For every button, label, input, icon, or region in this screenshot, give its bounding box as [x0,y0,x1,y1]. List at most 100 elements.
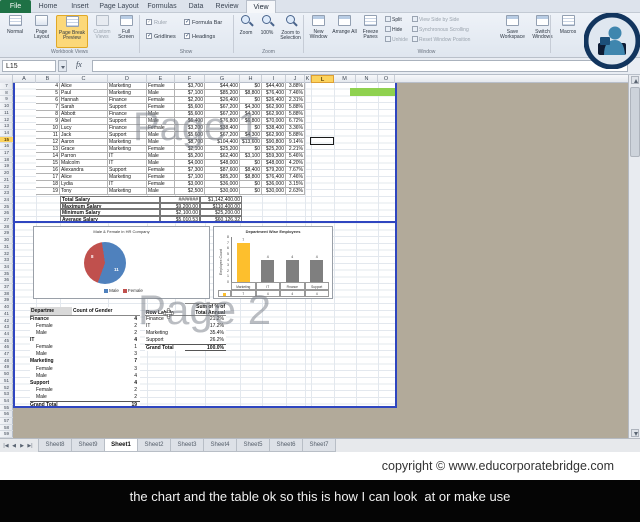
pivot-row-label[interactable]: Female [30,323,72,331]
cell[interactable]: Lydia [60,181,108,188]
cell[interactable]: Marketing [108,139,147,146]
row-header-51[interactable]: 51 [0,378,13,385]
cell[interactable]: $59,300 [262,153,286,160]
cell[interactable]: $2,500 [175,188,205,195]
cell[interactable]: Male [147,90,175,97]
column-header-F[interactable]: F [175,75,205,83]
cell[interactable]: $76,400 [262,174,286,181]
name-box[interactable]: L15 [2,60,56,72]
sheet-tab-sheet9[interactable]: Sheet9 [71,439,105,452]
cell[interactable]: $62,900 [262,132,286,139]
cell[interactable]: 10 [36,125,60,132]
cell[interactable]: $44,400 [262,83,286,90]
cell[interactable]: Female [147,83,175,90]
cell[interactable]: $0 [240,125,262,132]
cell[interactable]: $5,600 [175,104,205,111]
column-header-E[interactable]: E [147,75,175,83]
cell[interactable]: $4,000 [175,160,205,167]
sheet-tab-sheet3[interactable]: Sheet3 [170,439,204,452]
page-break-line[interactable] [13,221,397,223]
pivot-row-value[interactable]: 3 [72,365,140,373]
cell[interactable]: Male [147,188,175,195]
cell[interactable]: Marketing [108,90,147,97]
cell[interactable]: $48,000 [205,160,240,167]
cell[interactable]: Finance [108,125,147,132]
cell[interactable]: Male [147,153,175,160]
cell[interactable]: Male [147,139,175,146]
cell[interactable]: Abbott [60,111,108,118]
column-header-A[interactable]: A [13,75,36,83]
cell[interactable]: $36,000 [205,181,240,188]
cell[interactable]: $8,800 [240,174,262,181]
row-header-58[interactable]: 58 [0,425,13,432]
cell[interactable]: Abel [60,118,108,125]
tab-home[interactable]: Home [33,0,63,13]
sheet-nav-2[interactable]: ▶ [18,441,26,451]
cell[interactable]: 7.46% [286,174,305,181]
cell[interactable]: $4,300 [240,132,262,139]
pivot-row-value[interactable]: 2 [72,386,140,394]
tab-data[interactable]: Data [183,0,209,13]
cell[interactable]: $0 [240,181,262,188]
cell[interactable]: 8 [36,111,60,118]
cell[interactable]: Parron [60,153,108,160]
cell[interactable]: Male [147,111,175,118]
cell[interactable]: 2.31% [286,97,305,104]
cell[interactable]: $76,800 [205,118,240,125]
cell[interactable]: Female [147,181,175,188]
cell[interactable]: Malcolm [60,160,108,167]
cell[interactable]: Finance [108,111,147,118]
pivot-row-label[interactable]: Male [30,393,72,401]
cell[interactable]: $5,600 [175,132,205,139]
new-window-button[interactable]: New Window [306,15,331,48]
row-header-37[interactable]: 37 [0,284,13,291]
row-header-50[interactable]: 50 [0,371,13,378]
pivot-row-label[interactable]: Support [145,337,185,344]
row-header-54[interactable]: 54 [0,398,13,405]
select-all-corner[interactable] [0,75,13,83]
pivot-row-value[interactable]: 4 [72,316,140,324]
headings-checkbox[interactable]: Headings [184,32,215,41]
print-area-right-border[interactable] [395,83,397,408]
row-header-41[interactable]: 41 [0,311,13,318]
cell[interactable]: $7,100 [175,90,205,97]
cell[interactable]: Marketing [108,174,147,181]
cell[interactable]: $8,800 [240,90,262,97]
green-highlight-cell[interactable] [350,88,395,96]
cell[interactable]: $76,400 [262,90,286,97]
row-header-31[interactable]: 31 [0,244,13,251]
cell[interactable]: Male [147,118,175,125]
scroll-down-icon[interactable] [631,429,639,437]
cell[interactable]: Paul [60,90,108,97]
cell[interactable]: 14 [36,153,60,160]
pivot-row-label[interactable]: Female [30,386,72,394]
cell[interactable]: IT [108,181,147,188]
cell[interactable]: $30,000 [262,188,286,195]
row-header-33[interactable]: 33 [0,257,13,264]
cell[interactable]: 4 [36,83,60,90]
cell[interactable]: $62,900 [262,104,286,111]
row-header-59[interactable]: 59 [0,431,13,438]
cell[interactable]: 3.88% [286,83,305,90]
cell[interactable]: $62,400 [205,153,240,160]
row-header-30[interactable]: 30 [0,237,13,244]
pivot-row-value[interactable]: 4 [72,372,140,380]
sheet-nav-3[interactable]: ▶| [26,441,34,451]
cell[interactable]: $2,100 [175,146,205,153]
cell[interactable]: Female [147,97,175,104]
cell[interactable]: 16 [36,167,60,174]
cell[interactable]: 7.46% [286,90,305,97]
pivot-row-value[interactable]: 35.4% [185,330,226,337]
cell[interactable]: 9.14% [286,139,305,146]
cell[interactable]: $104,400 [205,139,240,146]
cell[interactable]: 5.88% [286,111,305,118]
sheet-tab-sheet8[interactable]: Sheet8 [38,439,72,452]
column-header-B[interactable]: B [36,75,60,83]
column-header-L[interactable]: L [311,75,334,83]
cell[interactable]: $87,600 [205,167,240,174]
column-header-I[interactable]: I [262,75,286,83]
cell[interactable]: 13 [36,146,60,153]
cell[interactable]: $26,400 [205,97,240,104]
tab-view[interactable]: View [246,0,276,13]
row-header-55[interactable]: 55 [0,405,13,412]
